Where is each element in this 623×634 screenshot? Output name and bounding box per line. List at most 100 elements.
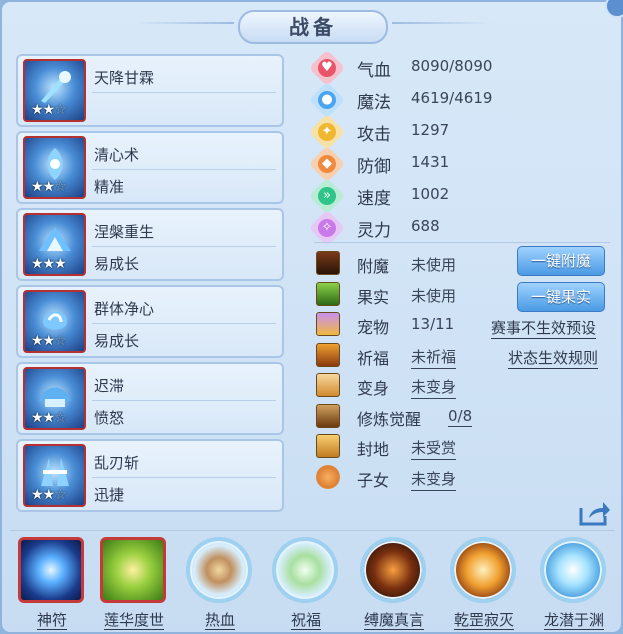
title-decoration-left [134, 22, 234, 24]
stat-label: 魔法 [357, 93, 391, 113]
skill-name: 群体净心 [94, 300, 155, 318]
heart-icon: ♥ [308, 49, 346, 87]
skill-trait: 愤怒 [94, 409, 125, 427]
skill-qiangang[interactable]: 乾罡寂灭 [442, 537, 522, 632]
status-rules-link[interactable]: 状态生效规则 [508, 347, 599, 369]
stat-value: 1002 [411, 185, 450, 203]
attr-label: 果实 [357, 287, 390, 307]
slow-skill-icon: ★★☆ [23, 367, 86, 430]
attr-child: 子女 未变身 [314, 462, 614, 493]
attr-label: 祈福 [357, 348, 390, 368]
fief-icon [316, 434, 340, 458]
skill-label: 热血 [204, 611, 235, 630]
skill-hot-blood[interactable]: 热血 [178, 537, 258, 632]
skill-talisman[interactable]: 神符 [10, 537, 90, 632]
attr-label: 变身 [357, 379, 390, 398]
bottom-divider [10, 530, 615, 531]
section-divider [314, 242, 610, 243]
shield-icon: ◆ [308, 145, 346, 183]
event-preset-link[interactable]: 赛事不生效预设 [491, 317, 597, 339]
skill-card[interactable]: ★★★ 涅槃重生 易成长 [16, 208, 284, 281]
skill-card[interactable]: ★★☆ 群体净心 易成长 [16, 285, 284, 358]
mana-icon: ● [308, 81, 346, 119]
skill-label: 神符 [36, 611, 67, 630]
rebirth-skill-icon: ★★★ [23, 213, 86, 276]
calm-mind-skill-icon: ★★☆ [23, 136, 86, 199]
panel-title: 战备 [238, 10, 388, 44]
stat-mp: ● 魔法 4619/4619 [308, 81, 614, 119]
stat-label: 气血 [357, 61, 391, 81]
skill-name: 天降甘霖 [94, 69, 155, 87]
skill-label: 莲华度世 [103, 611, 164, 630]
stat-value: 8090/8090 [411, 57, 493, 75]
fruit-icon [316, 281, 340, 306]
card-divider [92, 477, 276, 478]
group-purify-skill-icon: ★★☆ [23, 290, 86, 353]
speed-icon: » [308, 177, 346, 215]
cultivate-icon [316, 403, 340, 428]
pray-icon [316, 342, 340, 367]
attr-value-link[interactable]: 未受赏 [411, 437, 457, 460]
dragon-icon [540, 537, 606, 603]
star-rating: ★★☆ [31, 410, 67, 426]
star-rating: ★★☆ [31, 102, 67, 118]
stat-attack: ✦ 攻击 1297 [308, 113, 614, 151]
skill-name: 清心术 [94, 146, 140, 164]
skill-name: 乱刃斩 [94, 454, 140, 472]
stat-value: 4619/4619 [411, 89, 493, 107]
star-rating: ★★☆ [31, 487, 67, 503]
skill-label: 龙潜于渊 [543, 611, 604, 630]
transform-icon [316, 373, 340, 397]
skill-trait: 迅捷 [94, 486, 125, 504]
stat-speed: » 速度 1002 [308, 177, 614, 215]
stat-defense: ◆ 防御 1431 [308, 145, 614, 183]
attr-value: 未使用 [411, 286, 457, 305]
hot-blood-icon [186, 537, 252, 603]
skill-card[interactable]: ★★☆ 乱刃斩 迅捷 [16, 439, 284, 512]
skill-card[interactable]: ★★☆ 清心术 精准 [16, 131, 284, 204]
skill-label: 缚魔真言 [363, 611, 424, 630]
card-divider [92, 169, 276, 170]
star-rating: ★★☆ [31, 333, 67, 349]
skill-trait: 易成长 [94, 332, 140, 350]
title-decoration-right [392, 22, 492, 24]
one-click-fruit-button[interactable]: 一键果实 [517, 282, 605, 312]
attr-value-link[interactable]: 未变身 [411, 468, 457, 491]
skill-dragon[interactable]: 龙潜于渊 [532, 537, 612, 632]
skill-demon-binding[interactable]: 缚魔真言 [352, 537, 432, 632]
stat-label: 灵力 [357, 221, 391, 241]
lotus-hand-icon [100, 537, 166, 603]
spirit-icon: ✧ [308, 209, 346, 247]
card-divider [92, 92, 276, 93]
skill-card[interactable]: ★★☆ 天降甘霖 [16, 54, 284, 127]
attr-value-link[interactable]: 未变身 [411, 376, 457, 399]
stat-hp: ♥ 气血 8090/8090 [308, 49, 614, 87]
share-icon[interactable] [579, 500, 611, 526]
attr-value-link[interactable]: 未祈福 [411, 346, 457, 369]
attr-value: 13/11 [411, 315, 455, 333]
attr-fief: 封地 未受赏 [314, 431, 614, 462]
attr-label: 宠物 [357, 318, 390, 337]
battle-prep-panel: 战备 ★★☆ 天降甘霖 ★★☆ 清心术 精准 ★★★ 涅槃重生 易成长 ★★☆ … [0, 0, 623, 634]
attr-label: 子女 [357, 470, 390, 490]
skill-label: 乾罡寂灭 [453, 611, 514, 630]
child-icon [316, 464, 340, 489]
skill-card[interactable]: ★★☆ 迟滞 愤怒 [16, 362, 284, 435]
stat-label: 攻击 [357, 125, 391, 145]
star-rating: ★★★ [31, 256, 67, 272]
skill-lotus[interactable]: 莲华度世 [92, 537, 172, 632]
stat-spirit: ✧ 灵力 688 [308, 209, 614, 247]
attr-cultivate: 修炼觉醒 0/8 [314, 401, 614, 432]
skill-trait: 易成长 [94, 255, 140, 273]
sword-icon: ✦ [308, 113, 346, 151]
attr-value-link[interactable]: 0/8 [448, 407, 473, 427]
blessing-icon [272, 537, 338, 603]
stat-label: 速度 [357, 189, 391, 209]
one-click-enchant-button[interactable]: 一键附魔 [517, 246, 605, 276]
stat-value: 688 [411, 217, 440, 235]
attr-value: 未使用 [411, 256, 457, 274]
skill-blessing[interactable]: 祝福 [264, 537, 344, 632]
skill-trait: 精准 [94, 178, 125, 196]
qiangang-icon [450, 537, 516, 603]
rain-skill-icon: ★★☆ [23, 59, 86, 122]
